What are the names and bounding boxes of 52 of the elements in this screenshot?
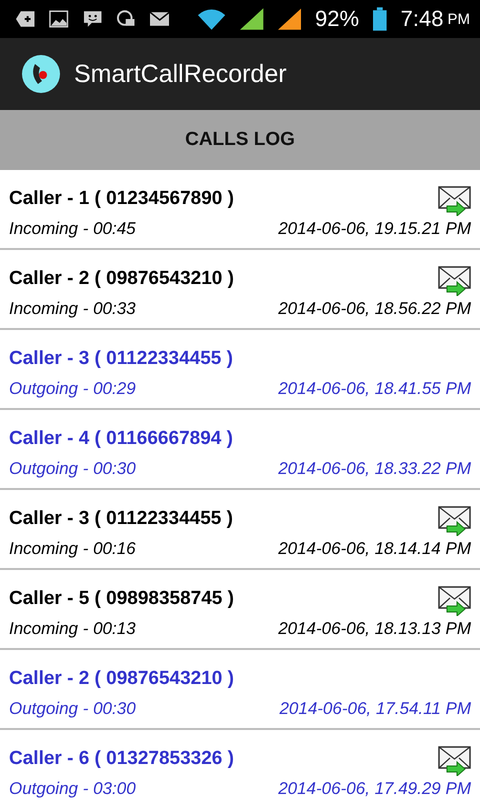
caller-name: Caller - 1 ( 01234567890 ) xyxy=(9,188,235,211)
app-title: SmartCallRecorder xyxy=(74,60,287,88)
call-type-duration: Incoming - 00:13 xyxy=(9,619,137,639)
caller-name: Caller - 2 ( 09876543210 ) xyxy=(9,668,235,691)
envelope-arrow-icon[interactable] xyxy=(438,586,471,616)
caller-name: Caller - 2 ( 09876543210 ) xyxy=(9,268,235,291)
call-date: 2014-06-06, 18.13.13 PM xyxy=(278,619,471,639)
call-row[interactable]: Caller - 2 ( 09876543210 ) Incoming - 00:33 2014-06-06, 18.56.22 PM xyxy=(0,250,480,330)
call-row[interactable]: Caller - 6 ( 01327853326 ) Outgoing - 03:00 2014-06-06, 17.49.29 PM xyxy=(0,730,480,800)
battery-percentage: 92% xyxy=(315,6,360,32)
call-date: 2014-06-06, 19.15.21 PM xyxy=(278,219,471,239)
globe-message-icon xyxy=(116,9,136,29)
call-type-duration: Incoming - 00:33 xyxy=(9,299,137,319)
call-row[interactable]: Caller - 4 ( 01166667894 ) Outgoing - 00:30 2014-06-06, 18.33.22 PM xyxy=(0,410,480,490)
envelope-arrow-icon[interactable] xyxy=(438,746,471,776)
caller-name: Caller - 6 ( 01327853326 ) xyxy=(9,748,235,771)
chat-icon xyxy=(82,9,102,29)
wifi-icon xyxy=(197,8,226,30)
call-type-duration: Incoming - 00:16 xyxy=(9,539,137,559)
clock: 7:48 xyxy=(400,6,444,32)
call-date: 2014-06-06, 18.41.55 PM xyxy=(278,379,471,399)
call-type-duration: Outgoing - 00:30 xyxy=(9,459,137,479)
caller-name: Caller - 5 ( 09898358745 ) xyxy=(9,588,235,611)
battery-icon xyxy=(373,7,387,31)
call-date: 2014-06-06, 17.54.11 PM xyxy=(279,699,471,719)
call-row[interactable]: Caller - 3 ( 01122334455 ) Incoming - 00:16 2014-06-06, 18.14.14 PM xyxy=(0,490,480,570)
call-date: 2014-06-06, 17.49.29 PM xyxy=(278,779,471,799)
signal-icon xyxy=(278,8,301,30)
call-row[interactable]: Caller - 1 ( 01234567890 ) Incoming - 00:45 2014-06-06, 19.15.21 PM xyxy=(0,170,480,250)
envelope-arrow-icon[interactable] xyxy=(438,186,471,216)
clock-period: PM xyxy=(447,10,470,28)
envelope-arrow-icon[interactable] xyxy=(438,266,471,296)
call-type-duration: Incoming - 00:45 xyxy=(9,219,137,239)
caller-name: Caller - 4 ( 01166667894 ) xyxy=(9,428,234,451)
call-date: 2014-06-06, 18.33.22 PM xyxy=(278,459,471,479)
add-notification-icon xyxy=(16,10,36,28)
call-type-duration: Outgoing - 00:30 xyxy=(9,699,137,719)
call-row[interactable]: Caller - 5 ( 09898358745 ) Incoming - 00:13 2014-06-06, 18.13.13 PM xyxy=(0,570,480,650)
envelope-arrow-icon[interactable] xyxy=(438,506,471,536)
call-date: 2014-06-06, 18.14.14 PM xyxy=(278,539,471,559)
mail-icon xyxy=(150,11,170,27)
caller-name: Caller - 3 ( 01122334455 ) xyxy=(9,348,234,371)
call-type-duration: Outgoing - 03:00 xyxy=(9,779,137,799)
app-logo-icon xyxy=(22,55,60,93)
header-title: CALLS LOG xyxy=(185,129,295,151)
call-row[interactable]: Caller - 3 ( 01122334455 ) Outgoing - 00:29 2014-06-06, 18.41.55 PM xyxy=(0,330,480,410)
call-row[interactable]: Caller - 2 ( 09876543210 ) Outgoing - 00:30 2014-06-06, 17.54.11 PM xyxy=(0,650,480,730)
image-icon xyxy=(49,10,69,28)
caller-name: Caller - 3 ( 01122334455 ) xyxy=(9,508,234,531)
call-date: 2014-06-06, 18.56.22 PM xyxy=(278,299,471,319)
call-type-duration: Outgoing - 00:29 xyxy=(9,379,137,399)
signal-icon xyxy=(240,8,264,30)
